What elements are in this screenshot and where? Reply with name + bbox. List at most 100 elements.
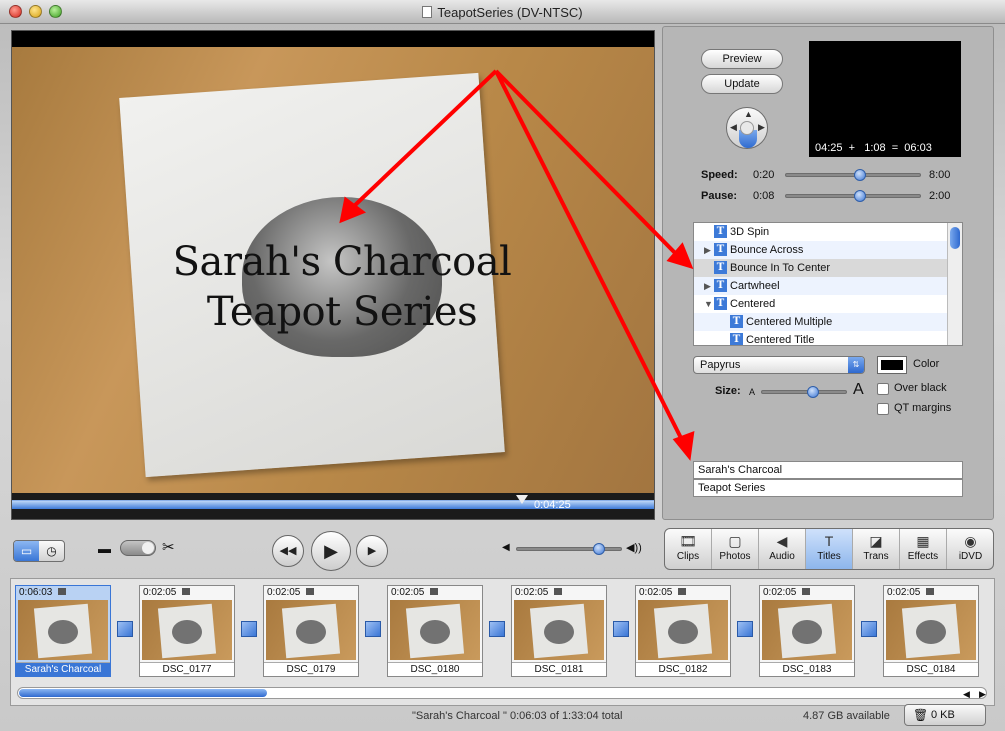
clip[interactable]: 0:02:05 DSC_0177 bbox=[139, 585, 235, 677]
scroll-left-icon[interactable]: ◀ bbox=[963, 689, 970, 700]
clip[interactable]: 0:02:05 DSC_0180 bbox=[387, 585, 483, 677]
rewind-button[interactable]: ◀◀ bbox=[272, 535, 304, 567]
video-viewer[interactable]: Sarah's Charcoal Teapot Series 0:04:25 bbox=[11, 30, 655, 520]
size-slider-knob[interactable] bbox=[806, 386, 819, 398]
over-black-checkbox[interactable] bbox=[877, 383, 889, 395]
transition-icon[interactable] bbox=[613, 621, 629, 637]
transition-icon[interactable] bbox=[489, 621, 505, 637]
title-t-icon: T bbox=[730, 315, 743, 328]
color-swatch bbox=[881, 360, 903, 370]
pane-button-photos[interactable]: ▢ Photos bbox=[712, 529, 759, 569]
clip[interactable]: 0:02:05 DSC_0179 bbox=[263, 585, 359, 677]
disk-space: 4.87 GB available bbox=[803, 710, 890, 722]
scrubber-bar[interactable]: 0:04:25 bbox=[12, 493, 654, 519]
title-clip-icon bbox=[58, 588, 67, 595]
title-list-item[interactable]: ▶ T Cartwheel bbox=[694, 277, 962, 295]
disclosure-closed-icon[interactable]: ▶ bbox=[704, 241, 711, 259]
clip-view-icon[interactable]: ▭ bbox=[14, 541, 39, 561]
title-list-label: Centered Multiple bbox=[746, 316, 833, 328]
clip-duration: 0:02:05 bbox=[639, 587, 673, 598]
timeline-view-icon[interactable]: ◷ bbox=[39, 541, 64, 561]
clip[interactable]: 0:02:05 DSC_0183 bbox=[759, 585, 855, 677]
pane-button-audio[interactable]: ◀ Audio bbox=[759, 529, 806, 569]
transition-icon[interactable] bbox=[737, 621, 753, 637]
titles-list-scrollbar[interactable] bbox=[947, 223, 962, 345]
pause-min: 0:08 bbox=[753, 190, 775, 202]
disclosure-open-icon[interactable]: ▼ bbox=[704, 295, 713, 313]
qt-margins-checkbox[interactable] bbox=[877, 403, 889, 415]
volume-slider[interactable] bbox=[516, 547, 622, 551]
clip[interactable]: 0:02:05 DSC_0184 bbox=[883, 585, 979, 677]
clip-viewer[interactable]: 0:06:03 Sarah's Charcoal 0:02:05 DSC_0177 0:… bbox=[10, 578, 995, 706]
title-t-icon: T bbox=[730, 333, 743, 345]
titles-list[interactable]: T 3D Spin ▶ T Bounce Across T Bounce In To Cen… bbox=[693, 222, 963, 346]
pane-button-clips[interactable]: 🎞 Clips bbox=[665, 529, 712, 569]
clip-viewer-scrollbar[interactable] bbox=[17, 687, 987, 699]
direction-pad[interactable]: ▲ ◀ ▶ bbox=[726, 107, 768, 149]
title-list-label: Bounce Across bbox=[730, 244, 804, 256]
view-toggle[interactable]: ▭ ◷ bbox=[13, 540, 65, 562]
clip-thumbnail bbox=[390, 600, 480, 660]
disclosure-closed-icon[interactable]: ▶ bbox=[704, 277, 711, 295]
volume-slider-knob[interactable] bbox=[592, 543, 605, 555]
clip[interactable]: 0:02:05 DSC_0182 bbox=[635, 585, 731, 677]
font-select[interactable]: Papyrus ⇅ bbox=[693, 356, 865, 374]
clip-name: DSC_0180 bbox=[388, 662, 482, 676]
color-well[interactable] bbox=[877, 356, 907, 374]
title-list-item[interactable]: T Centered Title bbox=[694, 331, 962, 345]
pane-button-trans[interactable]: ◪ Trans bbox=[853, 529, 900, 569]
clip[interactable]: 0:06:03 Sarah's Charcoal bbox=[15, 585, 111, 677]
title-list-item[interactable]: T 3D Spin bbox=[694, 223, 962, 241]
scroll-right-icon[interactable]: ▶ bbox=[979, 689, 986, 700]
trash-button[interactable]: 🗑 0 KB bbox=[904, 704, 986, 726]
play-button[interactable]: ▶ bbox=[311, 531, 351, 571]
camera-edit-switch[interactable] bbox=[120, 540, 156, 556]
trash-size: 0 KB bbox=[931, 709, 955, 721]
scroll-thumb[interactable] bbox=[19, 689, 267, 697]
switch-knob[interactable] bbox=[142, 542, 154, 554]
arrow-right-icon[interactable]: ▶ bbox=[758, 122, 765, 133]
clip-header: 0:02:05 bbox=[264, 586, 358, 599]
title-t-icon: T bbox=[824, 533, 834, 549]
speed-slider-knob[interactable] bbox=[853, 169, 866, 181]
camera-clip-icon bbox=[926, 588, 935, 595]
title-text-field-2[interactable]: Teapot Series bbox=[693, 479, 963, 497]
clip-header: 0:02:05 bbox=[884, 586, 978, 599]
transition-icon[interactable] bbox=[117, 621, 133, 637]
update-button[interactable]: Update bbox=[701, 74, 783, 94]
pane-button-titles[interactable]: T Titles bbox=[806, 529, 853, 569]
title-text-field-1[interactable]: Sarah's Charcoal bbox=[693, 461, 963, 479]
clip-thumbnail bbox=[638, 600, 728, 660]
clip-duration: 0:02:05 bbox=[143, 587, 177, 598]
title-list-item[interactable]: ▶ T Bounce Across bbox=[694, 241, 962, 259]
title-t-icon: T bbox=[714, 261, 727, 274]
trash-icon: 🗑 bbox=[913, 708, 929, 722]
title-t-icon: T bbox=[714, 297, 727, 310]
clip-name: DSC_0181 bbox=[512, 662, 606, 676]
playhead-icon[interactable] bbox=[516, 495, 528, 504]
arrow-up-icon[interactable]: ▲ bbox=[744, 109, 753, 119]
select-arrows-icon[interactable]: ⇅ bbox=[848, 357, 864, 373]
dvd-icon: ◉ bbox=[964, 533, 977, 549]
pane-button-idvd[interactable]: ◉ iDVD bbox=[947, 529, 993, 569]
size-slider[interactable] bbox=[761, 390, 847, 394]
title-list-item[interactable]: T Bounce In To Center bbox=[694, 259, 962, 277]
clip-header: 0:02:05 bbox=[140, 586, 234, 599]
qt-margins-label: QT margins bbox=[894, 402, 952, 414]
transition-icon[interactable] bbox=[861, 621, 877, 637]
scroll-thumb[interactable] bbox=[950, 227, 960, 249]
arrow-left-icon[interactable]: ◀ bbox=[730, 122, 737, 133]
speed-min: 0:20 bbox=[753, 169, 775, 181]
pause-slider-knob[interactable] bbox=[853, 190, 866, 202]
pane-button-effects[interactable]: ▦ Effects bbox=[900, 529, 947, 569]
preview-button[interactable]: Preview bbox=[701, 49, 783, 69]
fullscreen-play-button[interactable]: ▶ bbox=[356, 535, 388, 567]
camera-icon: ▬ bbox=[98, 541, 111, 556]
title-list-item[interactable]: T Centered Multiple bbox=[694, 313, 962, 331]
pane-selector[interactable]: 🎞 Clips ▢ Photos ◀ Audio T Titles ◪ Trans ▦ Effects… bbox=[664, 528, 994, 570]
clip[interactable]: 0:02:05 DSC_0181 bbox=[511, 585, 607, 677]
transition-icon[interactable] bbox=[241, 621, 257, 637]
transition-icon[interactable] bbox=[365, 621, 381, 637]
title-list-item[interactable]: ▼ T Centered bbox=[694, 295, 962, 313]
clip-duration: 0:02:05 bbox=[391, 587, 425, 598]
